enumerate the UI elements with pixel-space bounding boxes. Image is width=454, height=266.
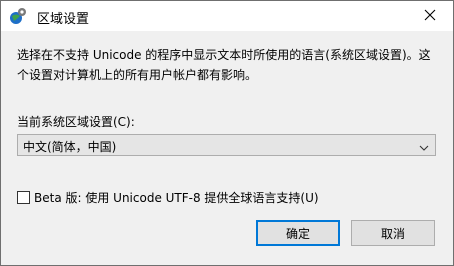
chevron-down-icon (419, 141, 429, 151)
region-settings-dialog: 区域设置 选择在不支持 Unicode 的程序中显示文本时所使用的语言(系统区域… (0, 0, 454, 266)
cancel-button[interactable]: 取消 (351, 220, 435, 246)
window-title: 区域设置 (37, 12, 90, 27)
title-bar[interactable]: 区域设置 (1, 1, 453, 31)
system-locale-value: 中文(简体，中国) (23, 140, 117, 154)
ok-button[interactable]: 确定 (256, 220, 340, 246)
utf8-beta-option[interactable]: Beta 版: 使用 Unicode UTF-8 提供全球语言支持(U) (17, 188, 319, 206)
globe-gear-icon (9, 7, 27, 25)
dialog-content: 选择在不支持 Unicode 的程序中显示文本时所使用的语言(系统区域设置)。这… (1, 31, 453, 265)
system-locale-label: 当前系统区域设置(C): (17, 115, 135, 129)
utf8-beta-label: Beta 版: 使用 Unicode UTF-8 提供全球语言支持(U) (34, 190, 319, 205)
close-button[interactable] (407, 1, 453, 31)
close-icon (424, 9, 436, 24)
system-locale-dropdown[interactable]: 中文(简体，中国) (17, 134, 436, 156)
utf8-beta-checkbox[interactable] (17, 190, 30, 204)
description-text: 选择在不支持 Unicode 的程序中显示文本时所使用的语言(系统区域设置)。这… (17, 48, 431, 82)
